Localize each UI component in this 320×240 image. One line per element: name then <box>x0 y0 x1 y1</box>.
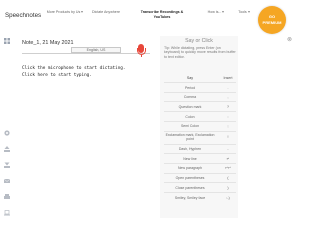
command-row[interactable]: Open parentheses ( <box>164 172 236 183</box>
settings-icon[interactable] <box>4 130 10 136</box>
command-insert: ↵↵ <box>225 166 231 171</box>
command-row[interactable]: Close parentheses) <box>164 182 236 192</box>
command-row[interactable]: Colon: <box>164 111 236 121</box>
laptop-icon[interactable] <box>4 210 10 216</box>
editor-panel: Note_1, 21 May 2021 English, US Click th… <box>13 37 153 218</box>
editor-line-2: Click here to start typing. <box>22 73 92 78</box>
command-say: Dash, Hyphen <box>178 147 202 151</box>
close-panel-icon[interactable]: ⊗ <box>287 36 292 43</box>
print-icon[interactable] <box>4 194 10 200</box>
premium-line2: PREMIUM <box>262 20 282 25</box>
go-premium-button[interactable]: GO PREMIUM <box>258 6 286 34</box>
command-row[interactable]: Smiley, Smiley face :-) <box>164 192 236 202</box>
nav-tools-label: Tools <box>238 10 247 14</box>
microphone-stand-arc <box>136 48 146 55</box>
microphone-button[interactable] <box>136 44 146 58</box>
command-say: Smiley, Smiley face <box>174 195 206 200</box>
nav-transcribe[interactable]: Transcribe Recordings & YouTubes <box>132 10 192 20</box>
divider <box>22 52 150 54</box>
command-insert: - <box>227 147 229 151</box>
command-row[interactable]: Dash, Hyphen - <box>164 143 236 154</box>
command-row[interactable]: New paragraph ↵↵ <box>164 162 236 173</box>
command-insert: . <box>227 85 229 90</box>
top-navigation: Speechnotes More Products by Us Dictate … <box>0 0 300 34</box>
note-title[interactable]: Note_1, 21 May 2021 <box>22 40 74 46</box>
chevron-down-icon <box>247 11 250 14</box>
nav-how-is-label: How is... <box>207 10 222 14</box>
voice-commands-panel: Say or Click Tip: While dictating, press… <box>160 36 238 218</box>
commands-table-header: Say Insert <box>164 76 236 81</box>
nav-dictate-anywhere[interactable]: Dictate Anywhere <box>91 10 121 15</box>
microphone-stem <box>140 55 142 57</box>
command-say: Close parentheses <box>175 185 205 190</box>
chevron-down-icon <box>81 11 84 14</box>
download-icon[interactable] <box>4 162 10 168</box>
command-say: Open parentheses <box>175 176 205 181</box>
nav-dictate-anywhere-label: Dictate Anywhere <box>92 10 120 14</box>
command-row[interactable]: Semi Colon; <box>164 120 236 131</box>
text-editor[interactable]: Click the microphone to start dictating.… <box>22 65 125 79</box>
panel-title: Say or Click <box>185 38 213 44</box>
command-say: Comma <box>183 95 197 100</box>
column-insert: Insert <box>223 76 233 80</box>
command-say: Period <box>184 85 196 90</box>
command-insert: ) <box>227 185 229 190</box>
command-row[interactable]: New line ↵ <box>164 153 236 163</box>
nav-more-products[interactable]: More Products by Us <box>44 10 86 15</box>
nav-more-products-label: More Products by Us <box>46 10 81 14</box>
chevron-down-icon <box>222 11 225 14</box>
command-insert: :-) <box>226 195 230 200</box>
command-row[interactable]: Question mark? <box>164 101 236 111</box>
nav-tools[interactable]: Tools <box>236 10 252 15</box>
command-insert: ? <box>227 104 229 109</box>
command-say: Colon <box>185 114 195 119</box>
command-insert: , <box>227 95 229 100</box>
command-row[interactable]: Comma, <box>164 91 236 102</box>
command-say: New paragraph <box>178 166 202 171</box>
brand-logo[interactable]: Speechnotes <box>5 12 41 19</box>
column-say: Say <box>186 76 194 80</box>
command-row[interactable]: Period. <box>164 82 236 92</box>
command-insert: : <box>227 114 229 119</box>
upload-icon[interactable] <box>4 146 10 152</box>
editor-line-1: Click the microphone to start dictating. <box>22 66 126 71</box>
language-select-value: English, US <box>86 48 106 52</box>
command-insert: ; <box>227 124 229 129</box>
command-insert: ↵ <box>226 156 230 161</box>
grid-icon[interactable] <box>4 38 10 44</box>
command-say: Question mark <box>178 104 202 109</box>
command-say: Semi Colon <box>180 124 200 129</box>
nav-transcribe-label: Transcribe Recordings & YouTubes <box>140 10 184 19</box>
command-row[interactable]: Exclamation mark, Exclamation point! <box>164 130 236 144</box>
command-say: New line <box>183 156 197 161</box>
tip-text: Tip: While dictating, press Enter (on ke… <box>164 46 236 59</box>
command-insert: ! <box>227 135 229 139</box>
command-insert: ( <box>227 176 229 181</box>
command-say: Exclamation mark, Exclamation point <box>165 133 215 142</box>
nav-how-is[interactable]: How is... <box>206 10 226 15</box>
email-icon[interactable] <box>4 178 10 184</box>
